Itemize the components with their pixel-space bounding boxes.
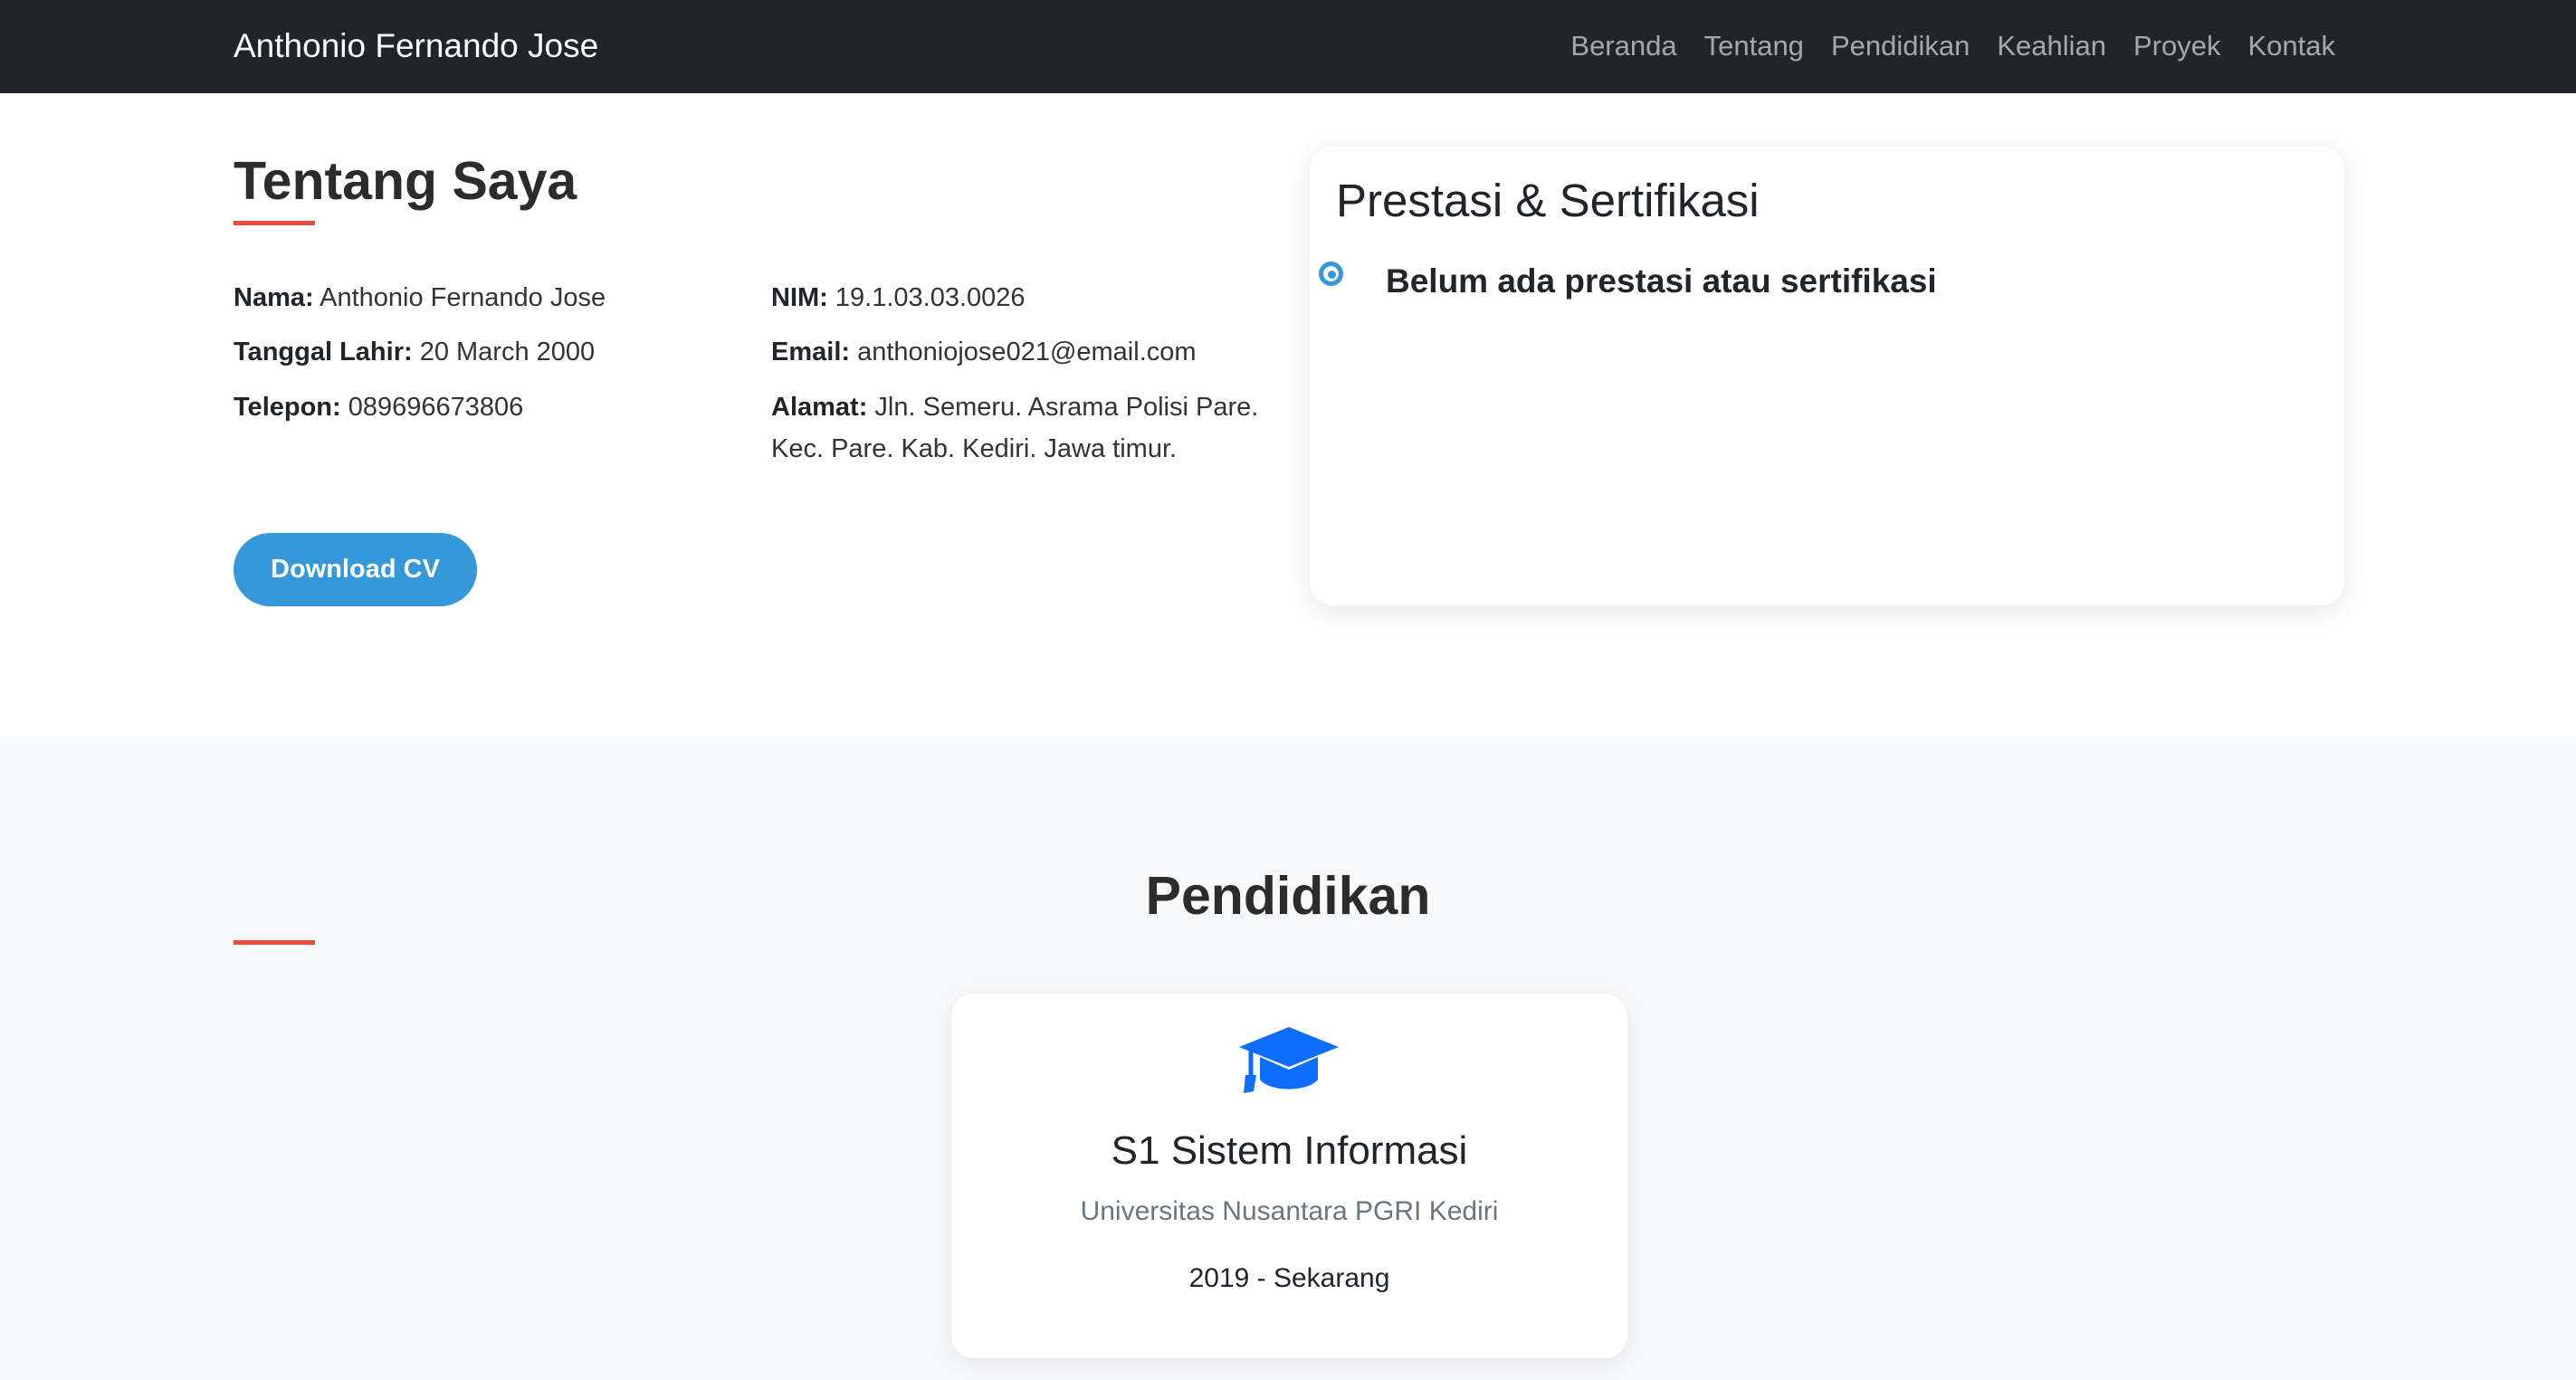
achievements-title: Prestasi & Sertifikasi [1336, 175, 1760, 226]
info-birth: Tanggal Lahir: 20 March 2000 [234, 331, 595, 373]
nav-link-kontak[interactable]: Kontak [2247, 26, 2335, 66]
info-phone: Telepon: 089696673806 [234, 386, 523, 428]
address-label: Alamat: [771, 393, 868, 422]
nav-link-tentang[interactable]: Tentang [1704, 26, 1804, 66]
education-title-underline [234, 940, 315, 945]
nav-link-pendidikan[interactable]: Pendidikan [1831, 26, 1970, 66]
achievements-empty-text: Belum ada prestasi atau sertifikasi [1386, 262, 1937, 300]
nav-link-beranda[interactable]: Beranda [1570, 26, 1676, 66]
education-degree: S1 Sistem Informasi [1111, 1128, 1468, 1173]
info-email: Email: anthoniojose021@email.com [771, 331, 1197, 373]
brand-link[interactable]: Anthonio Fernando Jose [234, 25, 598, 67]
achievements-card: Prestasi & Sertifikasi Belum ada prestas… [1310, 147, 2344, 605]
email-label: Email: [771, 338, 851, 366]
nav-link-proyek[interactable]: Proyek [2133, 26, 2220, 66]
education-school: Universitas Nusantara PGRI Kediri [1080, 1196, 1499, 1226]
nav-link-keahlian[interactable]: Keahlian [1997, 26, 2106, 66]
address-line-2: Kec. Pare. Kab. Kediri. Jawa timur. [771, 434, 1178, 463]
name-value: Anthonio Fernando Jose [320, 283, 606, 312]
info-nim: NIM: 19.1.03.03.0026 [771, 277, 1026, 319]
info-address: Alamat: Jln. Semeru. Asrama Polisi Pare. [771, 386, 1258, 428]
nav-links: Beranda Tentang Pendidikan Keahlian Proy… [1570, 26, 2335, 66]
email-value: anthoniojose021@email.com [857, 338, 1197, 366]
top-navbar: Anthonio Fernando Jose Beranda Tentang P… [0, 0, 2576, 93]
about-title: Tentang Saya [234, 151, 577, 211]
download-cv-button[interactable]: Download CV [234, 533, 477, 606]
name-label: Nama: [234, 283, 314, 312]
nim-value: 19.1.03.03.0026 [835, 283, 1026, 312]
address-line-1: Jln. Semeru. Asrama Polisi Pare. [874, 393, 1259, 422]
birth-label: Tanggal Lahir: [234, 338, 413, 366]
education-section: Pendidikan S1 Sistem Informasi Universit… [0, 737, 2576, 1380]
about-title-underline [234, 221, 315, 225]
phone-label: Telepon: [234, 393, 341, 422]
graduation-cap-icon [1239, 1027, 1339, 1093]
phone-value: 089696673806 [348, 393, 524, 422]
birth-value: 20 March 2000 [419, 338, 596, 366]
education-years: 2019 - Sekarang [1188, 1263, 1390, 1293]
info-name: Nama: Anthonio Fernando Jose [234, 277, 606, 319]
education-card: S1 Sistem Informasi Universitas Nusantar… [951, 994, 1627, 1358]
timeline-dot-icon [1319, 262, 1343, 286]
education-title: Pendidikan [1145, 866, 1431, 926]
nim-label: NIM: [771, 283, 828, 312]
info-address-line-2: Kec. Pare. Kab. Kediri. Jawa timur. [771, 428, 1177, 470]
